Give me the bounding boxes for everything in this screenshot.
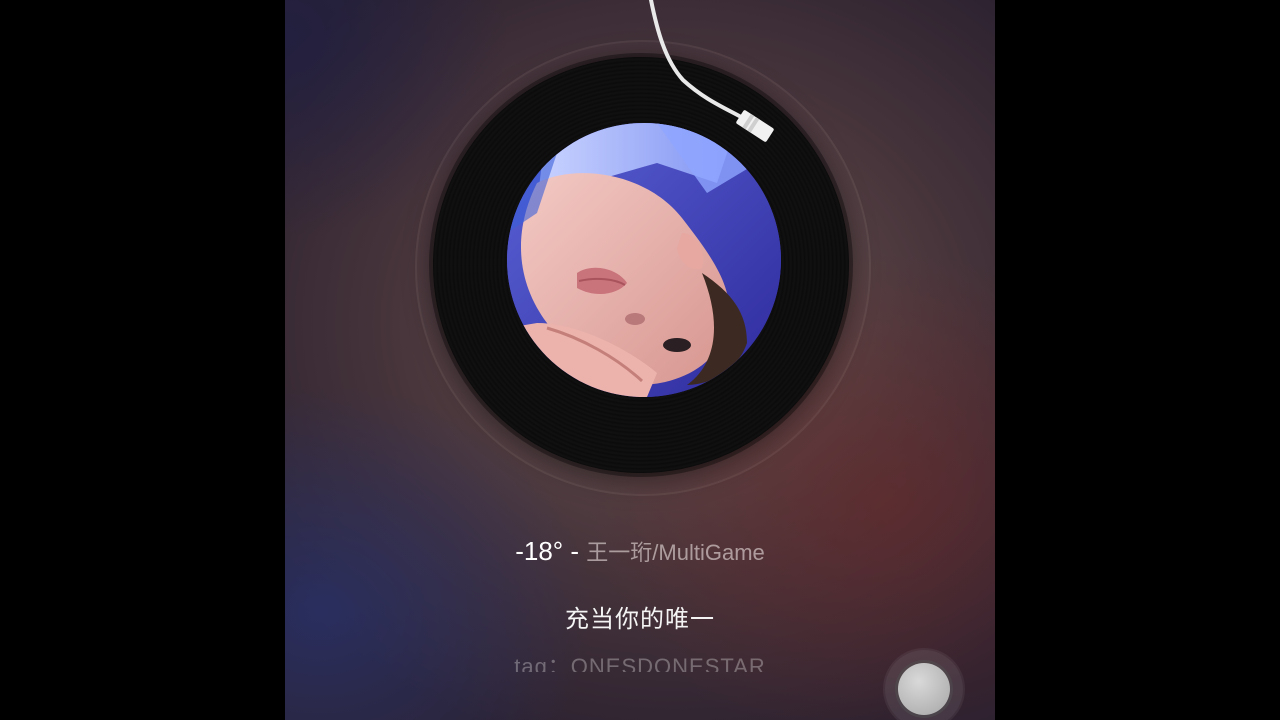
tag-line: tag：ONESDONESTAR <box>514 654 766 672</box>
song-title: -18° <box>515 536 564 566</box>
tonearm-icon[interactable] <box>285 0 995 200</box>
artist-album: 王一珩/MultiGame <box>586 540 765 565</box>
screen: -18° - 王一珩/MultiGame 充当你的唯一 tag：ONESDONE… <box>0 0 1280 720</box>
assistive-touch-button[interactable] <box>885 650 963 720</box>
music-player-screen: -18° - 王一珩/MultiGame 充当你的唯一 tag：ONESDONE… <box>285 0 995 720</box>
current-lyric: 充当你的唯一 <box>565 606 715 633</box>
title-separator: - <box>563 536 587 566</box>
assistive-touch-knob <box>898 663 950 715</box>
song-title-line: -18° - 王一珩/MultiGame <box>285 533 995 571</box>
